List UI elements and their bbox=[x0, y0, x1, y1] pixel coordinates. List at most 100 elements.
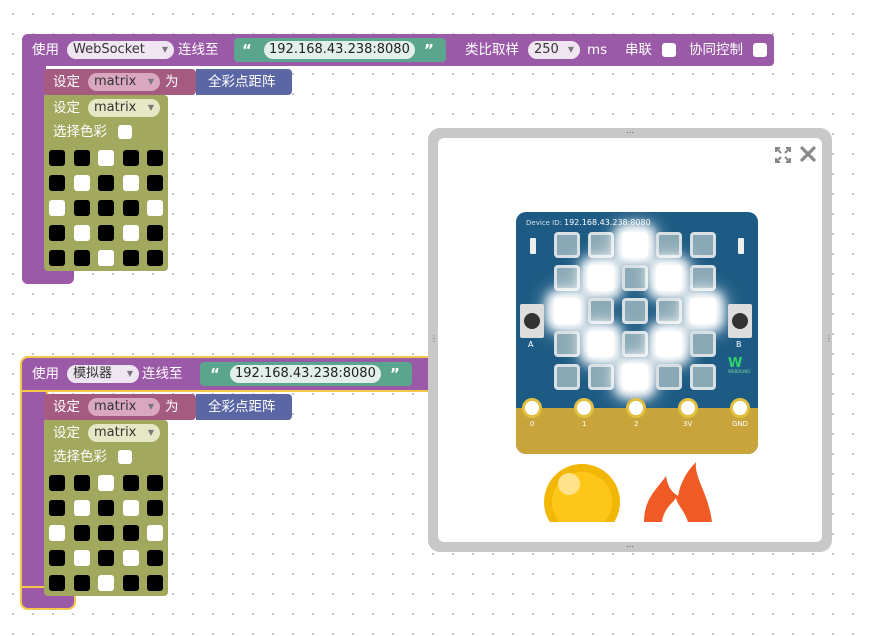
pin-1[interactable] bbox=[574, 398, 594, 418]
matrix-cell-0-1[interactable] bbox=[73, 475, 90, 491]
matrix-cell-2-1[interactable] bbox=[73, 525, 90, 541]
matrix-cell-0-1[interactable] bbox=[73, 150, 90, 166]
matrix-cell-0-0[interactable] bbox=[49, 150, 65, 166]
matrix-cell-3-1[interactable] bbox=[73, 225, 90, 241]
matrix-cell-2-4[interactable] bbox=[147, 525, 163, 541]
button-b-knob[interactable] bbox=[732, 313, 748, 329]
conn-type-dropdown[interactable]: 模拟器 ▼ bbox=[67, 365, 139, 383]
matrix-cell-4-2[interactable] bbox=[98, 250, 114, 266]
matrix-cell-4-0[interactable] bbox=[49, 575, 65, 591]
serial-checkbox[interactable] bbox=[662, 43, 676, 57]
address-string-block[interactable]: “ 192.168.43.238:8080 ” bbox=[200, 362, 412, 386]
color-swatch[interactable] bbox=[118, 125, 132, 139]
coop-checkbox[interactable] bbox=[753, 43, 767, 57]
matrix-cell-2-4[interactable] bbox=[147, 200, 163, 216]
pin-3v[interactable] bbox=[678, 398, 698, 418]
device-id-label: Device ID: bbox=[526, 219, 562, 227]
button-a-knob[interactable] bbox=[524, 313, 540, 329]
set-matrix-block[interactable]: 设定 matrix ▼ 为 bbox=[44, 394, 196, 420]
matrix-cell-1-1[interactable] bbox=[73, 500, 90, 516]
matrix-cell-3-4[interactable] bbox=[147, 550, 163, 566]
matrix-cell-0-3[interactable] bbox=[122, 150, 139, 166]
chevron-down-icon: ▼ bbox=[147, 402, 154, 411]
inner-var-dropdown[interactable]: matrix ▼ bbox=[88, 424, 160, 442]
matrix-cell-2-1[interactable] bbox=[73, 200, 90, 216]
matrix-cell-0-0[interactable] bbox=[49, 475, 65, 491]
matrix-cell-0-4[interactable] bbox=[147, 150, 163, 166]
matrix-cell-4-0[interactable] bbox=[49, 250, 65, 266]
inner-var-dropdown[interactable]: matrix ▼ bbox=[88, 99, 160, 117]
color-label: 选择色彩 bbox=[53, 449, 107, 465]
matrix-cell-0-3[interactable] bbox=[122, 475, 139, 491]
matrix-cell-1-4[interactable] bbox=[147, 175, 163, 191]
matrix-cell-1-2[interactable] bbox=[98, 175, 114, 191]
matrix-cell-4-4[interactable] bbox=[147, 575, 163, 591]
var-dropdown[interactable]: matrix ▼ bbox=[88, 73, 160, 91]
var-dropdown[interactable]: matrix ▼ bbox=[88, 398, 160, 416]
led-0-2 bbox=[622, 232, 648, 258]
matrix-cell-3-2[interactable] bbox=[98, 225, 114, 241]
pin-gnd[interactable] bbox=[730, 398, 750, 418]
pin-2[interactable] bbox=[626, 398, 646, 418]
button-b-label: B bbox=[736, 340, 742, 349]
matrix-cell-1-0[interactable] bbox=[49, 175, 65, 191]
resize-handle-left[interactable]: ⋮ bbox=[430, 334, 438, 343]
matrix-grid[interactable] bbox=[49, 475, 163, 591]
matrix-cell-4-1[interactable] bbox=[73, 575, 90, 591]
color-swatch[interactable] bbox=[118, 450, 132, 464]
matrix-func-block[interactable]: 全彩点距阵 bbox=[196, 69, 292, 95]
button-b[interactable] bbox=[728, 304, 752, 338]
pin-0[interactable] bbox=[522, 398, 542, 418]
matrix-cell-2-2[interactable] bbox=[98, 200, 114, 216]
matrix-cell-4-3[interactable] bbox=[122, 250, 139, 266]
matrix-cell-3-3[interactable] bbox=[122, 550, 139, 566]
conn-type-value: 模拟器 bbox=[73, 366, 113, 381]
matrix-cell-1-4[interactable] bbox=[147, 500, 163, 516]
matrix-cell-2-0[interactable] bbox=[49, 525, 65, 541]
matrix-cell-1-3[interactable] bbox=[122, 175, 139, 191]
led-4-0 bbox=[554, 364, 580, 390]
block-header[interactable]: 使用 模拟器 ▼ 连线至 “ 192.168.43.238:8080 ” bbox=[20, 356, 430, 392]
address-field[interactable]: 192.168.43.238:8080 bbox=[230, 365, 381, 383]
matrix-cell-1-2[interactable] bbox=[98, 500, 114, 516]
matrix-cell-2-0[interactable] bbox=[49, 200, 65, 216]
conn-type-dropdown[interactable]: WebSocket ▼ bbox=[67, 41, 174, 59]
matrix-cell-4-1[interactable] bbox=[73, 250, 90, 266]
block-header[interactable]: 使用 WebSocket ▼ 连线至 “ 192.168.43.238:8080 … bbox=[22, 34, 774, 66]
sample-dropdown[interactable]: 250 ▼ bbox=[528, 41, 580, 59]
set-matrix-block[interactable]: 设定 matrix ▼ 为 bbox=[44, 69, 196, 95]
matrix-cell-4-3[interactable] bbox=[122, 575, 139, 591]
matrix-cell-2-3[interactable] bbox=[122, 200, 139, 216]
matrix-cell-0-2[interactable] bbox=[98, 475, 114, 491]
expand-icon[interactable] bbox=[774, 146, 792, 164]
matrix-cell-2-2[interactable] bbox=[98, 525, 114, 541]
close-icon[interactable] bbox=[799, 145, 817, 163]
simulator-content: Device ID: 192.168.43.238:8080 A B W WEB… bbox=[438, 138, 822, 542]
matrix-cell-4-4[interactable] bbox=[147, 250, 163, 266]
matrix-cell-1-3[interactable] bbox=[122, 500, 139, 516]
matrix-grid[interactable] bbox=[49, 150, 163, 266]
matrix-cell-3-1[interactable] bbox=[73, 550, 90, 566]
address-string-block[interactable]: “ 192.168.43.238:8080 ” bbox=[234, 38, 446, 62]
button-a[interactable] bbox=[520, 304, 544, 338]
matrix-cell-3-4[interactable] bbox=[147, 225, 163, 241]
matrix-value-block[interactable]: 设定 matrix ▼ 选择色彩 bbox=[44, 420, 168, 596]
resize-handle-bottom[interactable]: ⋯ bbox=[626, 542, 634, 551]
logo-mark-icon: W bbox=[728, 356, 743, 371]
matrix-cell-3-3[interactable] bbox=[122, 225, 139, 241]
matrix-cell-2-3[interactable] bbox=[122, 525, 139, 541]
matrix-cell-3-0[interactable] bbox=[49, 225, 65, 241]
resize-handle-right[interactable]: ⋮ bbox=[825, 334, 833, 343]
matrix-cell-4-2[interactable] bbox=[98, 575, 114, 591]
matrix-cell-1-0[interactable] bbox=[49, 500, 65, 516]
matrix-value-block[interactable]: 设定 matrix ▼ 选择色彩 bbox=[44, 95, 168, 271]
simulator-panel[interactable]: ⋯ ⋯ ⋮ ⋮ Device ID: 192.168.43.238:8080 A… bbox=[428, 128, 833, 552]
matrix-cell-1-1[interactable] bbox=[73, 175, 90, 191]
matrix-cell-0-2[interactable] bbox=[98, 150, 114, 166]
matrix-func-block[interactable]: 全彩点距阵 bbox=[196, 394, 292, 420]
matrix-cell-3-0[interactable] bbox=[49, 550, 65, 566]
matrix-cell-3-2[interactable] bbox=[98, 550, 114, 566]
matrix-cell-0-4[interactable] bbox=[147, 475, 163, 491]
address-field[interactable]: 192.168.43.238:8080 bbox=[264, 41, 415, 59]
resize-handle-top[interactable]: ⋯ bbox=[626, 128, 634, 137]
